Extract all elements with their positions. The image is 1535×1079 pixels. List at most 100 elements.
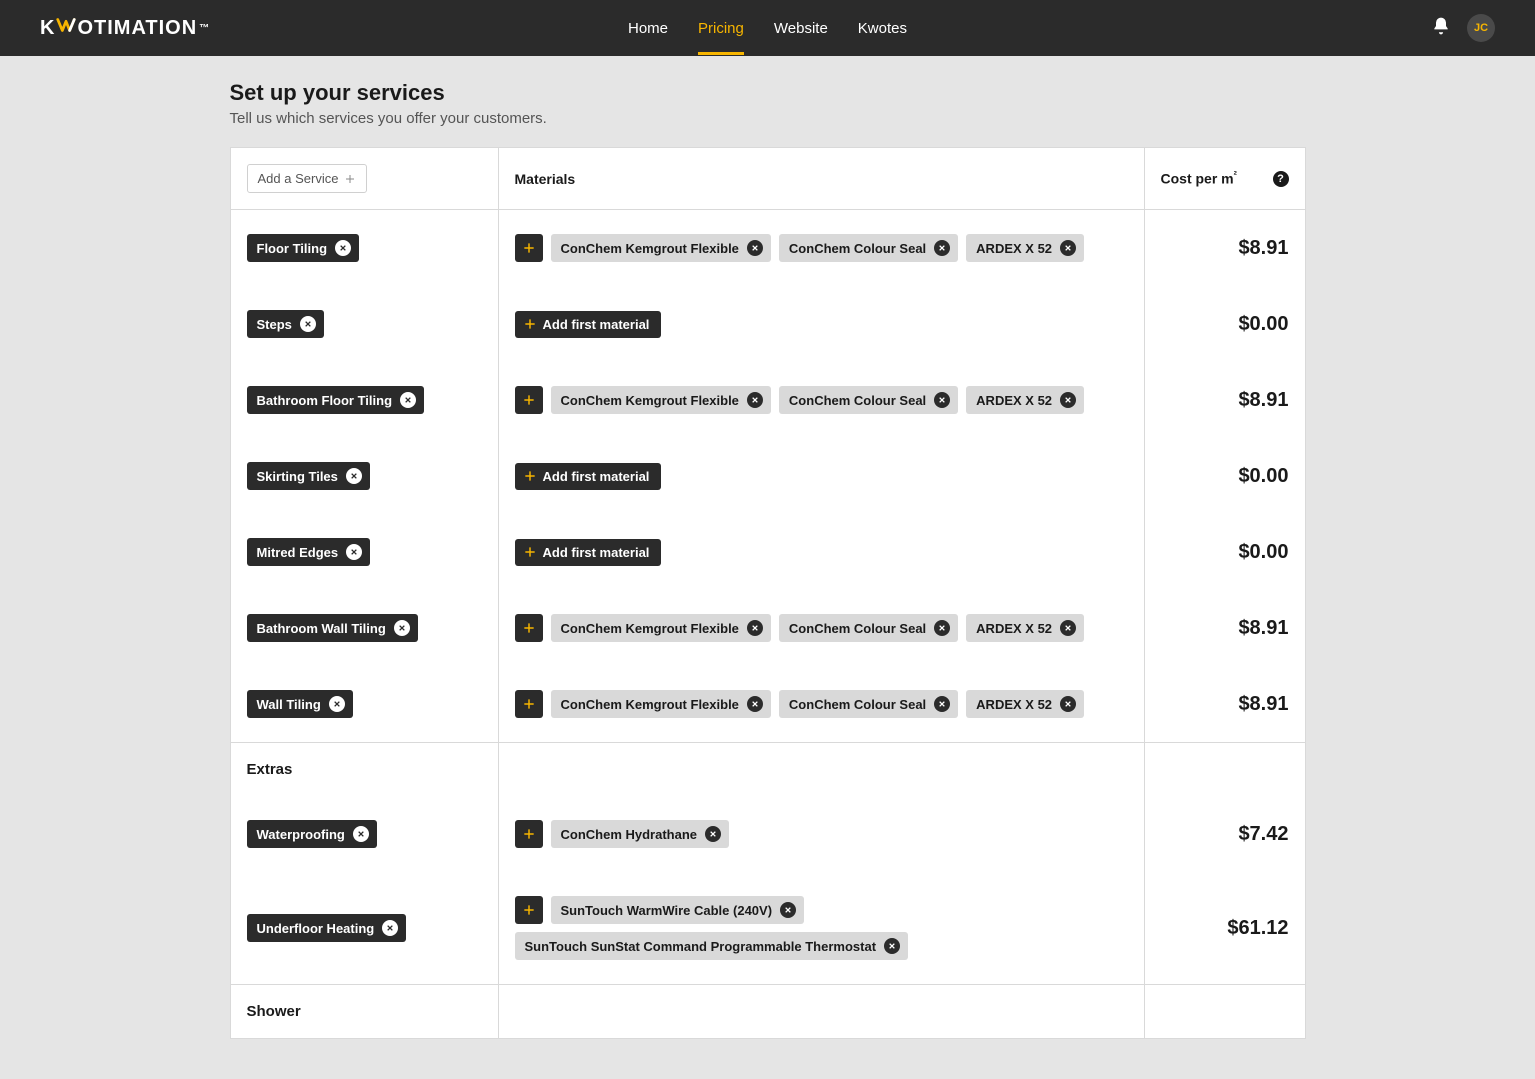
- material-chip: ARDEX X 52: [966, 234, 1084, 262]
- table-row: Bathroom Wall Tiling ConChem Kemgrout Fle…: [231, 590, 1305, 666]
- service-chip: Wall Tiling: [247, 690, 353, 718]
- close-icon[interactable]: [884, 938, 900, 954]
- logo-part3: OTIMATION: [77, 17, 197, 40]
- add-material-button[interactable]: [515, 690, 543, 718]
- logo-part1: K: [40, 17, 55, 40]
- avatar[interactable]: JC: [1467, 14, 1495, 42]
- material-chip-label: ConChem Colour Seal: [789, 697, 926, 712]
- close-icon[interactable]: [394, 620, 410, 636]
- service-chip-label: Floor Tiling: [257, 241, 328, 256]
- cost-value: $8.91: [1145, 362, 1305, 438]
- nav-item-website[interactable]: Website: [774, 2, 828, 55]
- material-chip: SunTouch WarmWire Cable (240V): [551, 896, 805, 924]
- add-first-material-button[interactable]: Add first material: [515, 311, 662, 338]
- cost-value: $0.00: [1145, 514, 1305, 590]
- material-chip-label: ConChem Kemgrout Flexible: [561, 621, 739, 636]
- close-icon[interactable]: [382, 920, 398, 936]
- add-service-label: Add a Service: [258, 171, 339, 186]
- notification-bell-icon[interactable]: [1431, 16, 1451, 41]
- cost-value: $61.12: [1145, 872, 1305, 984]
- close-icon[interactable]: [1060, 240, 1076, 256]
- add-material-button[interactable]: [515, 386, 543, 414]
- close-icon[interactable]: [705, 826, 721, 842]
- add-material-button[interactable]: [515, 820, 543, 848]
- service-chip-label: Waterproofing: [257, 827, 345, 842]
- cost-value: $8.91: [1145, 590, 1305, 666]
- add-first-material-button[interactable]: Add first material: [515, 539, 662, 566]
- material-chip: ARDEX X 52: [966, 614, 1084, 642]
- plus-icon: [344, 173, 356, 185]
- table-row: Wall TilingConChem Kemgrout FlexibleConC…: [231, 666, 1305, 742]
- service-chip: Skirting Tiles: [247, 462, 370, 490]
- cost-value: $8.91: [1145, 210, 1305, 286]
- logo[interactable]: K OTIMATION™: [40, 14, 210, 42]
- close-icon[interactable]: [747, 240, 763, 256]
- main-nav: Home Pricing Website Kwotes: [628, 2, 907, 55]
- section-shower: Shower: [231, 984, 1305, 1038]
- add-material-button[interactable]: [515, 234, 543, 262]
- add-first-material-button[interactable]: Add first material: [515, 463, 662, 490]
- material-chip-label: SunTouch WarmWire Cable (240V): [561, 903, 773, 918]
- close-icon[interactable]: [780, 902, 796, 918]
- close-icon[interactable]: [1060, 620, 1076, 636]
- service-chip-label: Skirting Tiles: [257, 469, 338, 484]
- close-icon[interactable]: [346, 468, 362, 484]
- close-icon[interactable]: [1060, 392, 1076, 408]
- material-chip: ConChem Kemgrout Flexible: [551, 614, 771, 642]
- nav-item-pricing[interactable]: Pricing: [698, 2, 744, 55]
- nav-item-kwotes[interactable]: Kwotes: [858, 2, 907, 55]
- service-chip-label: Bathroom Wall Tiling: [257, 621, 386, 636]
- avatar-initials: JC: [1474, 22, 1488, 34]
- close-icon[interactable]: [747, 696, 763, 712]
- table-row: Mitred Edges Add first material $0.00: [231, 514, 1305, 590]
- service-chip-label: Bathroom Floor Tiling: [257, 393, 393, 408]
- section-extras: Extras: [231, 742, 1305, 796]
- close-icon[interactable]: [329, 696, 345, 712]
- close-icon[interactable]: [1060, 696, 1076, 712]
- close-icon[interactable]: [934, 620, 950, 636]
- logo-tm: ™: [199, 23, 210, 34]
- close-icon[interactable]: [346, 544, 362, 560]
- close-icon[interactable]: [747, 392, 763, 408]
- table-row: StepsAdd first material$0.00: [231, 286, 1305, 362]
- close-icon[interactable]: [353, 826, 369, 842]
- table-row: Floor TilingConChem Kemgrout FlexibleCon…: [231, 210, 1305, 286]
- service-chip: Floor Tiling: [247, 234, 360, 262]
- material-chip: ConChem Colour Seal: [779, 614, 958, 642]
- add-first-material-label: Add first material: [543, 317, 650, 332]
- close-icon[interactable]: [934, 240, 950, 256]
- table-row: WaterproofingConChem Hydrathane$7.42: [231, 796, 1305, 872]
- service-chip-label: Mitred Edges: [257, 545, 339, 560]
- service-chip: Mitred Edges: [247, 538, 371, 566]
- add-material-button[interactable]: [515, 614, 543, 642]
- service-chip: Waterproofing: [247, 820, 377, 848]
- service-chip-label: Wall Tiling: [257, 697, 321, 712]
- material-chip-label: ConChem Kemgrout Flexible: [561, 241, 739, 256]
- material-chip-label: SunTouch SunStat Command Programmable Th…: [525, 939, 877, 954]
- material-chip: ConChem Colour Seal: [779, 386, 958, 414]
- add-material-button[interactable]: [515, 896, 543, 924]
- material-chip-label: ARDEX X 52: [976, 393, 1052, 408]
- close-icon[interactable]: [300, 316, 316, 332]
- help-icon[interactable]: ?: [1273, 171, 1289, 187]
- cost-value: $0.00: [1145, 438, 1305, 514]
- material-chip: SunTouch SunStat Command Programmable Th…: [515, 932, 909, 960]
- close-icon[interactable]: [934, 392, 950, 408]
- close-icon[interactable]: [335, 240, 351, 256]
- cost-value: $7.42: [1145, 796, 1305, 872]
- material-chip: ConChem Colour Seal: [779, 690, 958, 718]
- material-chip-label: ARDEX X 52: [976, 241, 1052, 256]
- material-chip-label: ARDEX X 52: [976, 621, 1052, 636]
- close-icon[interactable]: [747, 620, 763, 636]
- close-icon[interactable]: [934, 696, 950, 712]
- close-icon[interactable]: [400, 392, 416, 408]
- add-first-material-label: Add first material: [543, 469, 650, 484]
- add-first-material-label: Add first material: [543, 545, 650, 560]
- page-subtitle: Tell us which services you offer your cu…: [230, 110, 1306, 127]
- nav-item-home[interactable]: Home: [628, 2, 668, 55]
- material-chip: ARDEX X 52: [966, 690, 1084, 718]
- add-service-button[interactable]: Add a Service: [247, 164, 368, 193]
- cost-value: $8.91: [1145, 666, 1305, 742]
- material-chip-label: ConChem Colour Seal: [789, 621, 926, 636]
- cost-value: $0.00: [1145, 286, 1305, 362]
